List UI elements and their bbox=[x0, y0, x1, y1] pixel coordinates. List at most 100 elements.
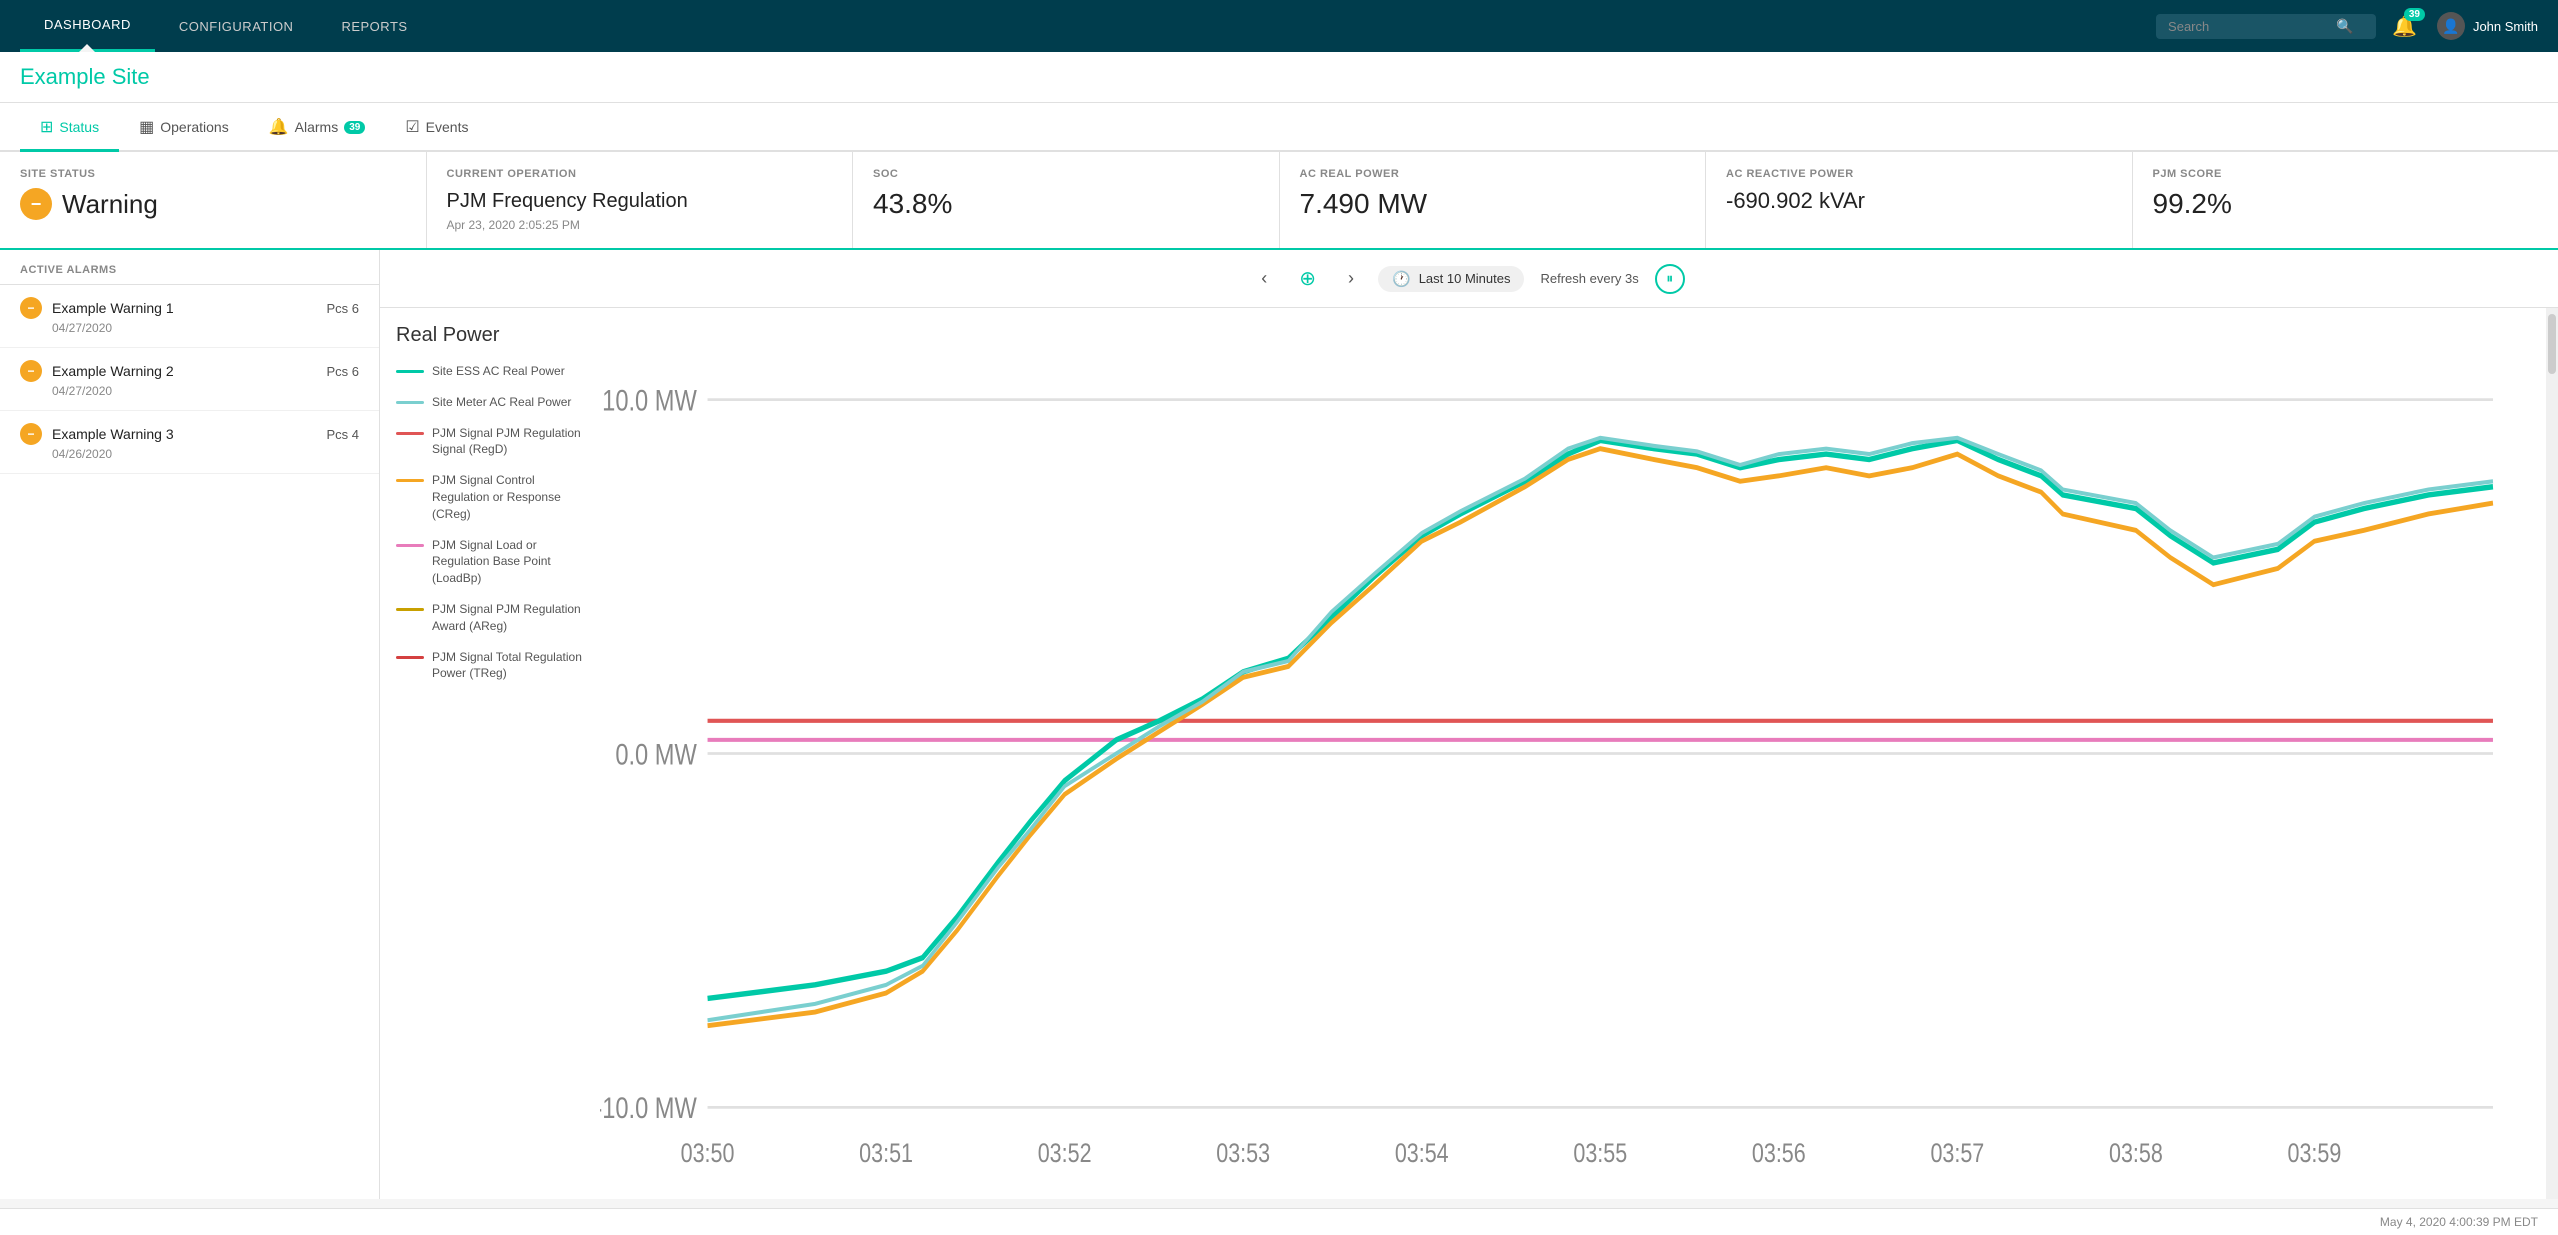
status-card-site-status: SITE STATUS − Warning bbox=[0, 152, 427, 248]
notification-badge: 39 bbox=[2404, 8, 2425, 21]
alarm-pcs-1: Pcs 6 bbox=[326, 301, 359, 316]
alarm-name-3: Example Warning 3 bbox=[52, 426, 316, 442]
alarm-name-2: Example Warning 2 bbox=[52, 363, 316, 379]
warning-circle-icon: − bbox=[20, 188, 52, 220]
ac-real-value: 7.490 MW bbox=[1300, 188, 1686, 220]
legend-item-treg: PJM Signal Total Regulation Power (TReg) bbox=[396, 649, 584, 683]
status-tab-icon: ⊞ bbox=[40, 117, 53, 137]
legend-item-areg: PJM Signal PJM Regulation Award (AReg) bbox=[396, 601, 584, 635]
footer-timestamp: May 4, 2020 4:00:39 PM EDT bbox=[2380, 1215, 2538, 1229]
ac-reactive-value: -690.902 kVAr bbox=[1726, 188, 2112, 214]
svg-text:03:53: 03:53 bbox=[1216, 1138, 1270, 1168]
tabs-bar: ⊞ Status ▦ Operations 🔔 Alarms 39 ☑ Even… bbox=[0, 103, 2558, 152]
chart-refresh-label: Refresh every 3s bbox=[1540, 271, 1638, 286]
status-card-soc: SOC 43.8% bbox=[853, 152, 1280, 248]
alarm-date-2: 04/27/2020 bbox=[52, 384, 359, 398]
legend-line-ess bbox=[396, 370, 424, 373]
alarm-pcs-2: Pcs 6 bbox=[326, 364, 359, 379]
ac-real-label: AC REAL POWER bbox=[1300, 168, 1686, 180]
alarm-dot-2: − bbox=[20, 360, 42, 382]
legend-label-creg: PJM Signal Control Regulation or Respons… bbox=[432, 472, 584, 522]
alarm-date-3: 04/26/2020 bbox=[52, 447, 359, 461]
chart-toolbar: ‹ ⊕ › 🕐 Last 10 Minutes Refresh every 3s… bbox=[380, 250, 2558, 308]
legend-line-meter bbox=[396, 401, 424, 404]
svg-text:03:58: 03:58 bbox=[2109, 1138, 2163, 1168]
footer-bar: May 4, 2020 4:00:39 PM EDT bbox=[0, 1208, 2558, 1235]
svg-text:03:52: 03:52 bbox=[1038, 1138, 1092, 1168]
tab-alarms-label: Alarms bbox=[295, 119, 339, 135]
main-area: ACTIVE ALARMS − Example Warning 1 Pcs 6 … bbox=[0, 250, 2558, 1199]
svg-text:03:51: 03:51 bbox=[859, 1138, 913, 1168]
nav-reports[interactable]: REPORTS bbox=[317, 0, 431, 52]
legend-line-treg bbox=[396, 656, 424, 659]
soc-label: SOC bbox=[873, 168, 1259, 180]
current-op-date: Apr 23, 2020 2:05:25 PM bbox=[447, 218, 833, 232]
legend-label-meter: Site Meter AC Real Power bbox=[432, 394, 571, 411]
list-item[interactable]: − Example Warning 3 Pcs 4 04/26/2020 bbox=[0, 411, 379, 474]
legend-line-creg bbox=[396, 479, 424, 482]
search-icon: 🔍 bbox=[2336, 18, 2353, 35]
chart-next-button[interactable]: › bbox=[1340, 264, 1362, 293]
user-name: John Smith bbox=[2473, 19, 2538, 34]
status-card-pjm-score: PJM SCORE 99.2% bbox=[2133, 152, 2558, 248]
chart-body: Real Power Site ESS AC Real Power Site M… bbox=[380, 308, 2558, 1199]
site-status-label: SITE STATUS bbox=[20, 168, 406, 180]
tab-events[interactable]: ☑ Events bbox=[385, 105, 488, 152]
list-item[interactable]: − Example Warning 1 Pcs 6 04/27/2020 bbox=[0, 285, 379, 348]
page-content: Example Site ⊞ Status ▦ Operations 🔔 Ala… bbox=[0, 52, 2558, 1199]
chart-area: 10.0 MW 0.0 MW -10.0 MW 03:50 03:51 03:5… bbox=[600, 308, 2546, 1199]
site-title-bar: Example Site bbox=[0, 52, 2558, 103]
tab-operations-label: Operations bbox=[160, 119, 228, 135]
status-card-ac-reactive-power: AC REACTIVE POWER -690.902 kVAr bbox=[1706, 152, 2133, 248]
svg-text:03:57: 03:57 bbox=[1930, 1138, 1984, 1168]
scrollbar[interactable] bbox=[2546, 308, 2558, 1199]
legend-item-creg: PJM Signal Control Regulation or Respons… bbox=[396, 472, 584, 522]
svg-text:03:54: 03:54 bbox=[1395, 1138, 1449, 1168]
legend-item-regd: PJM Signal PJM Regulation Signal (RegD) bbox=[396, 425, 584, 459]
alarm-name-1: Example Warning 1 bbox=[52, 300, 316, 316]
tab-events-label: Events bbox=[426, 119, 469, 135]
chart-time-range-label: Last 10 Minutes bbox=[1419, 271, 1511, 286]
svg-text:03:50: 03:50 bbox=[681, 1138, 735, 1168]
legend-label-areg: PJM Signal PJM Regulation Award (AReg) bbox=[432, 601, 584, 635]
list-item[interactable]: − Example Warning 2 Pcs 6 04/27/2020 bbox=[0, 348, 379, 411]
user-menu[interactable]: 👤 John Smith bbox=[2437, 12, 2538, 40]
alarm-dot-1: − bbox=[20, 297, 42, 319]
notification-button[interactable]: 🔔 39 bbox=[2392, 14, 2417, 39]
top-navigation: DASHBOARD CONFIGURATION REPORTS 🔍 🔔 39 👤… bbox=[0, 0, 2558, 52]
legend-label-ess: Site ESS AC Real Power bbox=[432, 363, 565, 380]
alarm-pcs-3: Pcs 4 bbox=[326, 427, 359, 442]
legend-line-regd bbox=[396, 432, 424, 435]
chart-prev-button[interactable]: ‹ bbox=[1253, 264, 1275, 293]
tab-status-label: Status bbox=[59, 119, 99, 135]
alarm-dot-3: − bbox=[20, 423, 42, 445]
chart-panel: ‹ ⊕ › 🕐 Last 10 Minutes Refresh every 3s… bbox=[380, 250, 2558, 1199]
alarms-header: ACTIVE ALARMS bbox=[0, 250, 379, 285]
pjm-score-label: PJM SCORE bbox=[2153, 168, 2539, 180]
svg-text:10.0 MW: 10.0 MW bbox=[602, 384, 697, 417]
tab-status[interactable]: ⊞ Status bbox=[20, 105, 119, 152]
nav-dashboard[interactable]: DASHBOARD bbox=[20, 0, 155, 52]
tab-operations[interactable]: ▦ Operations bbox=[119, 105, 249, 152]
svg-text:0.0 MW: 0.0 MW bbox=[615, 738, 697, 771]
legend-line-loadbp bbox=[396, 544, 424, 547]
operations-tab-icon: ▦ bbox=[139, 117, 154, 137]
legend-label-regd: PJM Signal PJM Regulation Signal (RegD) bbox=[432, 425, 584, 459]
chart-zoom-button[interactable]: ⊕ bbox=[1291, 262, 1324, 295]
alarms-tab-badge: 39 bbox=[344, 121, 365, 134]
search-bar[interactable]: 🔍 bbox=[2156, 14, 2376, 39]
nav-configuration[interactable]: CONFIGURATION bbox=[155, 0, 318, 52]
tab-alarms[interactable]: 🔔 Alarms 39 bbox=[249, 105, 386, 152]
search-input[interactable] bbox=[2168, 19, 2328, 34]
legend-label-loadbp: PJM Signal Load or Regulation Base Point… bbox=[432, 537, 584, 587]
chart-pause-button[interactable]: ⏸ bbox=[1655, 264, 1685, 294]
status-card-ac-real-power: AC REAL POWER 7.490 MW bbox=[1280, 152, 1707, 248]
status-cards: SITE STATUS − Warning CURRENT OPERATION … bbox=[0, 152, 2558, 250]
clock-icon: 🕐 bbox=[1392, 270, 1411, 288]
chart-svg: 10.0 MW 0.0 MW -10.0 MW 03:50 03:51 03:5… bbox=[600, 318, 2536, 1189]
svg-text:03:56: 03:56 bbox=[1752, 1138, 1806, 1168]
alarm-date-1: 04/27/2020 bbox=[52, 321, 359, 335]
status-card-current-operation: CURRENT OPERATION PJM Frequency Regulati… bbox=[427, 152, 854, 248]
pjm-score-value: 99.2% bbox=[2153, 188, 2539, 220]
alarms-panel: ACTIVE ALARMS − Example Warning 1 Pcs 6 … bbox=[0, 250, 380, 1199]
